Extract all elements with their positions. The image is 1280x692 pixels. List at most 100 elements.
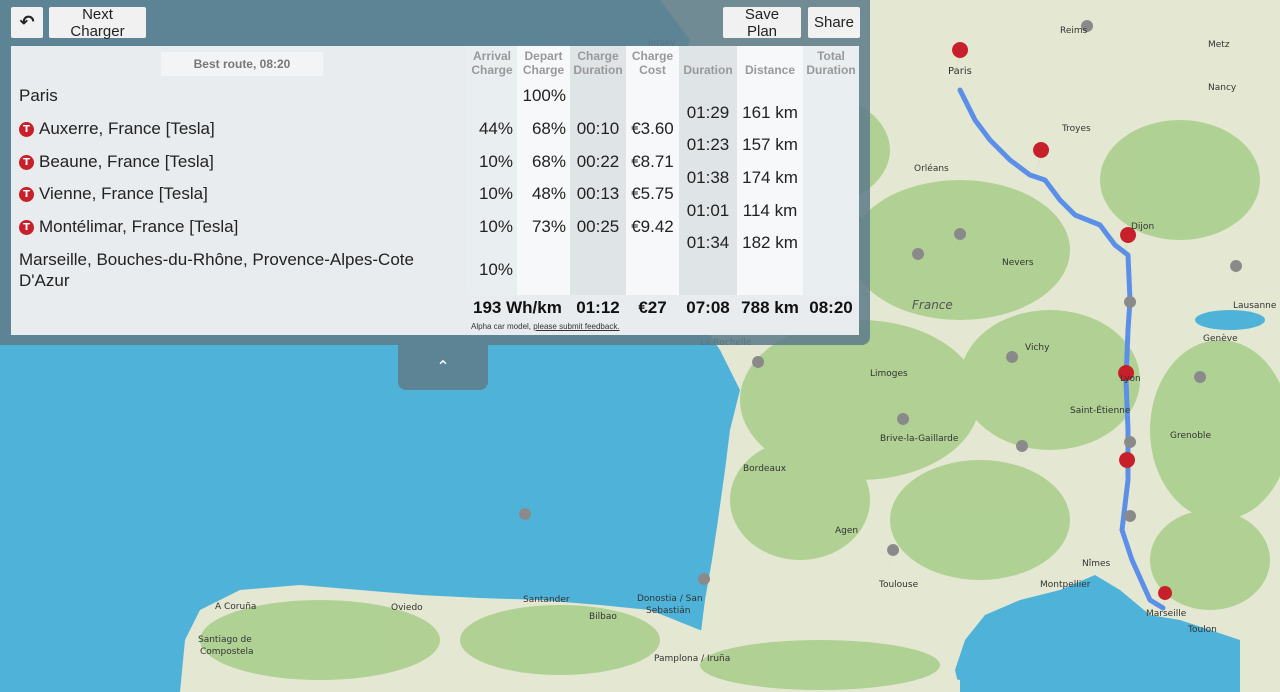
svg-text:Orléans: Orléans [914,163,949,174]
svg-text:Compostela: Compostela [200,647,254,657]
svg-text:Paris: Paris [948,66,972,77]
leg-duration: 01:34 [686,233,730,252]
total-charge-duration: 01:12 [576,298,620,317]
tesla-charger-icon [19,219,34,235]
charge-cost-montelimar: €9.42 [631,217,674,236]
total-duration-column [803,46,859,295]
svg-text:Saint-Étienne: Saint-Étienne [1070,404,1131,416]
save-plan-button[interactable]: Save Plan [723,6,801,40]
leg-duration: 01:38 [686,168,730,187]
total-consumption: 193 Wh/km [473,298,562,317]
leg-distance: 157 km [742,135,798,154]
charge-duration-montelimar: 00:25 [576,217,620,236]
stop-name: Vienne, France [Tesla] [39,184,208,203]
arrival-charge-montelimar: 10% [478,217,513,236]
feedback-note: Alpha car model, please submit feedback. [471,322,620,331]
feedback-link[interactable]: please submit feedback. [533,322,619,331]
header-line: Total [817,49,845,63]
stop-name: Paris [19,86,58,105]
collapse-panel-tab[interactable]: ⌃ [398,345,488,390]
tesla-charger-icon [19,154,34,170]
svg-text:Montpellier: Montpellier [1040,580,1091,590]
header-line: Cost [639,63,666,77]
arrival-charge-marseille: 10% [478,260,513,279]
tesla-charger-icon [19,186,34,202]
svg-text:Brive-la-Gaillarde: Brive-la-Gaillarde [880,434,959,444]
charge-cost-auxerre: €3.60 [631,119,674,138]
svg-text:Metz: Metz [1208,40,1230,50]
svg-text:Agen: Agen [835,526,858,536]
leg-distance: 174 km [742,168,798,187]
svg-text:Toulouse: Toulouse [878,580,919,590]
stop-auxerre[interactable]: Auxerre, France [Tesla] [19,119,215,139]
stop-name: Beaune, France [Tesla] [39,152,214,171]
header-line: Duration [806,63,856,77]
arrival-charge-auxerre: 44% [478,119,513,138]
header-line: Depart [524,49,563,63]
header-distance: Distance [737,63,803,77]
best-route-summary: Best route, 08:20 [161,52,323,76]
charge-duration-beaune: 00:22 [576,152,620,171]
svg-text:Bilbao: Bilbao [589,612,617,622]
header-line: Charge [631,49,674,63]
arrival-charge-vienne: 10% [478,184,513,203]
svg-text:Toulon: Toulon [1187,625,1217,635]
header-total-duration: Total Duration [803,49,859,77]
charge-cost-beaune: €8.71 [631,152,674,171]
stop-beaune[interactable]: Beaune, France [Tesla] [19,152,214,172]
next-charger-button[interactable]: Next Charger [49,6,146,40]
header-line: Charge [577,49,619,63]
arrival-charge-beaune: 10% [478,152,513,171]
stop-name: Marseille, Bouches-du-Rhône, Provence-Al… [19,250,414,290]
svg-text:France: France [912,298,953,312]
header-line: Duration [683,63,733,77]
header-line: Arrival [472,49,512,63]
stop-marseille[interactable]: Marseille, Bouches-du-Rhône, Provence-Al… [19,249,449,291]
svg-text:Santander: Santander [523,595,570,605]
total-distance: 788 km [741,298,799,317]
total-trip-duration: 08:20 [809,298,853,317]
total-charge-cost: €27 [638,298,667,317]
header-duration: Duration [679,63,737,77]
svg-text:Sebastián: Sebastián [646,606,690,616]
svg-text:Bordeaux: Bordeaux [743,464,787,474]
tesla-charger-icon [19,121,34,137]
svg-text:Oviedo: Oviedo [391,603,423,613]
svg-text:Grenoble: Grenoble [1170,431,1211,441]
leg-duration: 01:29 [686,103,730,122]
stop-paris[interactable]: Paris [19,86,58,106]
depart-charge-vienne: 48% [531,184,566,203]
svg-text:Dijon: Dijon [1131,222,1154,232]
stop-name: Auxerre, France [Tesla] [39,119,215,138]
share-button[interactable]: Share [808,7,860,38]
header-line: Duration [573,63,623,77]
header-arrival-charge: Arrival Charge [467,49,517,77]
leg-distance: 114 km [742,201,798,220]
svg-text:Genève: Genève [1203,333,1238,344]
chevron-up-icon: ⌃ [436,357,450,376]
leg-duration: 01:23 [686,135,730,154]
svg-text:Marseille: Marseille [1146,609,1187,619]
leg-duration: 01:01 [686,201,730,220]
leg-distance: 161 km [742,103,798,122]
back-button[interactable]: ↶ [11,7,43,38]
stop-vienne[interactable]: Vienne, France [Tesla] [19,184,208,204]
alpha-note: Alpha car model, [471,322,534,331]
depart-charge-montelimar: 73% [531,217,566,236]
route-plan-table: Best route, 08:20 Arrival Charge Depart … [11,46,859,335]
svg-text:Nancy: Nancy [1208,83,1237,93]
stop-name: Montélimar, France [Tesla] [39,217,239,236]
depart-charge-paris: 100% [522,86,566,105]
svg-text:Lyon: Lyon [1120,374,1141,384]
svg-text:Nîmes: Nîmes [1082,559,1111,569]
svg-text:Vichy: Vichy [1025,343,1050,353]
svg-text:Reims: Reims [1060,26,1088,36]
svg-text:Lausanne: Lausanne [1233,301,1277,311]
charge-duration-vienne: 00:13 [576,184,620,203]
svg-text:A Coruña: A Coruña [215,602,256,612]
stop-montelimar[interactable]: Montélimar, France [Tesla] [19,217,238,237]
leg-distance: 182 km [742,233,798,252]
header-charge-cost: Charge Cost [626,49,679,77]
svg-text:Limoges: Limoges [870,369,908,379]
svg-text:Troyes: Troyes [1061,124,1091,134]
